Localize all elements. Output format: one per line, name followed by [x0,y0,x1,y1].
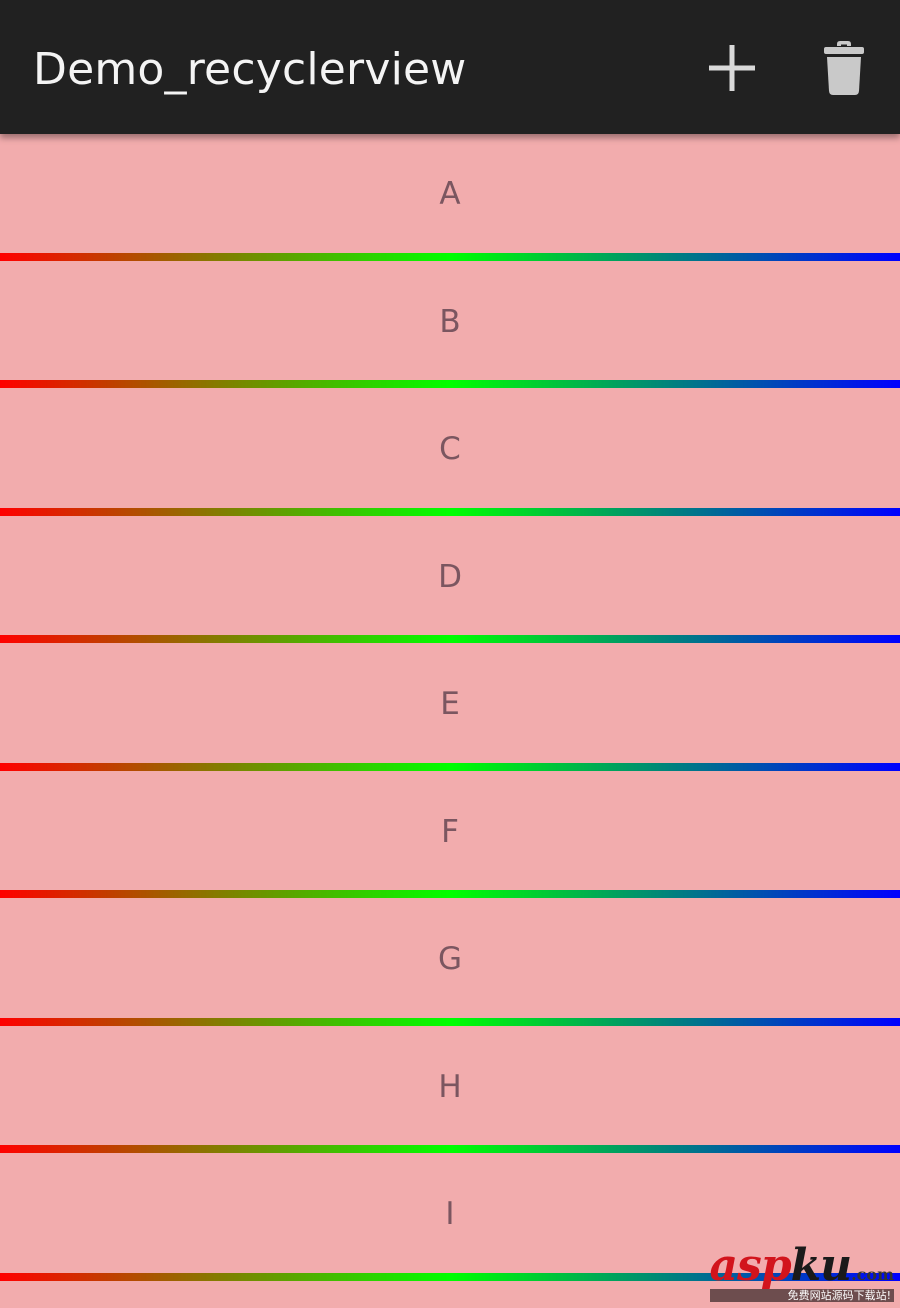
gradient-divider [0,380,900,388]
delete-button[interactable] [804,30,884,106]
list-item-label: D [438,558,462,595]
list-item-label: B [439,303,461,340]
gradient-divider [0,762,900,771]
list-item-label: C [439,431,461,467]
recycler-list[interactable]: A B C D E F G H I [0,133,900,1308]
gradient-divider [0,1017,900,1026]
list-item-label: A [439,176,461,212]
gradient-divider [0,252,900,261]
list-item-label: F [441,813,459,850]
plus-icon [709,45,755,91]
list-item[interactable]: F [0,771,900,898]
gradient-divider [0,507,900,516]
list-item-label: G [437,941,463,977]
list-item[interactable]: C [0,388,900,516]
gradient-divider [0,890,900,898]
add-button[interactable] [692,30,772,106]
list-item[interactable]: H [0,1026,900,1153]
list-item-label: I [445,1196,455,1232]
list-item[interactable]: A [0,133,900,261]
list-item[interactable]: E [0,643,900,771]
list-item[interactable]: B [0,261,900,388]
gradient-divider [0,1145,900,1153]
app-title: Demo_recyclerview [33,44,467,95]
list-item-label: E [440,686,460,722]
list-item-label: H [438,1068,462,1105]
list-item[interactable]: G [0,898,900,1026]
gradient-divider [0,635,900,643]
watermark-logo: aspku.com 免费网站源码下载站! [709,1240,894,1302]
app-screen: Demo_recyclerview A B C D E F G H I aspku.com 免费… [0,0,900,1308]
list-item[interactable]: D [0,516,900,643]
action-bar: Demo_recyclerview [0,0,900,134]
trash-icon [824,41,864,95]
